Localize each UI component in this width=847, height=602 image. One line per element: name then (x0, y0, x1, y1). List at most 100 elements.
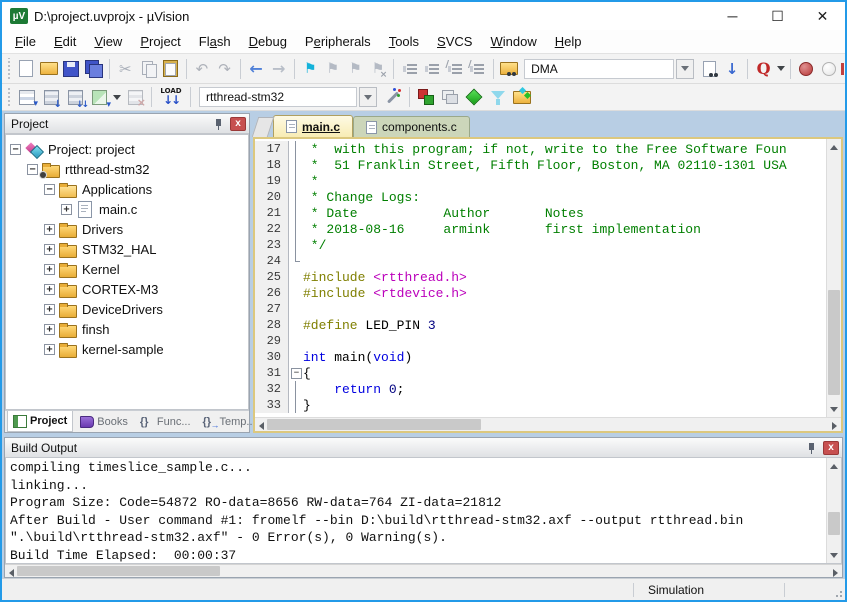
combobox-dropdown-icon[interactable] (359, 87, 377, 107)
tree-item-group-kernel-sample[interactable]: +kernel-sample (6, 339, 248, 359)
menu-help[interactable]: Help (546, 31, 591, 52)
redo-icon[interactable] (213, 57, 236, 81)
select-packs-icon[interactable] (486, 85, 510, 109)
menu-window[interactable]: Window (481, 31, 545, 52)
navigate-back-icon[interactable] (245, 57, 268, 81)
expand-icon[interactable]: + (44, 284, 55, 295)
incremental-find-icon[interactable] (721, 57, 744, 81)
tree-item-group-kernel[interactable]: +Kernel (6, 259, 248, 279)
batch-build-icon[interactable] (87, 85, 111, 109)
expand-icon[interactable]: + (44, 224, 55, 235)
build-scroll-down-icon[interactable] (827, 548, 841, 563)
pack-installer-icon[interactable] (510, 85, 534, 109)
expand-icon[interactable]: + (44, 264, 55, 275)
target-options-icon[interactable] (381, 85, 405, 109)
search-combobox[interactable]: DMA (524, 59, 694, 79)
partial-edge-icon[interactable] (840, 57, 845, 81)
scroll-right-icon[interactable] (829, 418, 841, 433)
toolbar-grip[interactable] (6, 88, 12, 106)
insert-bookmark-icon[interactable] (299, 57, 322, 81)
outdent-icon[interactable] (421, 57, 444, 81)
manage-components-icon[interactable] (414, 85, 438, 109)
build-output-text[interactable]: compiling timeslice_sample.c...linking..… (6, 458, 826, 563)
batch-build-caret-icon[interactable] (111, 85, 123, 109)
undo-icon[interactable] (191, 57, 214, 81)
menu-debug[interactable]: Debug (240, 31, 296, 52)
expand-icon[interactable]: + (44, 344, 55, 355)
resize-grip[interactable] (785, 579, 845, 600)
download-icon[interactable]: LOAD (156, 85, 186, 109)
pin-icon[interactable] (212, 117, 226, 131)
project-panel-close-button[interactable]: x (230, 117, 246, 131)
tree-item-target-rtthread-stm32[interactable]: −rtthread-stm32 (6, 159, 248, 179)
disable-all-breakpoints-icon[interactable] (818, 57, 841, 81)
menu-edit[interactable]: Edit (45, 31, 85, 52)
build-icon[interactable] (39, 85, 63, 109)
copy-icon[interactable] (137, 57, 160, 81)
build-vscroll-thumb[interactable] (828, 512, 840, 535)
collapse-icon[interactable]: − (44, 184, 55, 195)
find-in-files-icon[interactable] (698, 57, 721, 81)
editor-horizontal-scrollbar[interactable] (255, 417, 841, 431)
build-hscroll-thumb[interactable] (17, 566, 220, 576)
expand-icon[interactable]: + (61, 204, 72, 215)
panel-tab-project[interactable]: Project (7, 411, 73, 432)
editor-vscroll-thumb[interactable] (828, 290, 840, 394)
navigate-forward-icon[interactable] (267, 57, 290, 81)
build-pin-icon[interactable] (805, 441, 819, 455)
tree-item-group-drivers[interactable]: +Drivers (6, 219, 248, 239)
target-select-combobox[interactable]: rtthread-stm32 (199, 87, 377, 107)
scroll-left-icon[interactable] (255, 418, 267, 433)
menu-project[interactable]: Project (131, 31, 189, 52)
build-output-close-button[interactable]: x (823, 441, 839, 455)
build-vertical-scrollbar[interactable] (826, 458, 841, 563)
editor-vertical-scrollbar[interactable] (826, 139, 841, 417)
menu-tools[interactable]: Tools (380, 31, 428, 52)
manage-rte-icon[interactable] (462, 85, 486, 109)
fold-margin[interactable] (289, 365, 303, 381)
menu-peripherals[interactable]: Peripherals (296, 31, 380, 52)
open-folder-icon[interactable] (37, 57, 60, 81)
expand-icon[interactable]: + (44, 244, 55, 255)
new-file-icon[interactable] (15, 57, 38, 81)
target-select-value[interactable]: rtthread-stm32 (199, 87, 357, 107)
save-all-icon[interactable] (82, 57, 105, 81)
menu-flash[interactable]: Flash (190, 31, 240, 52)
combobox-dropdown-icon[interactable] (676, 59, 694, 79)
rebuild-icon[interactable] (63, 85, 87, 109)
toggle-breakpoint-icon[interactable] (795, 57, 818, 81)
tree-item-file-main-c[interactable]: +main.c (6, 199, 248, 219)
translate-icon[interactable] (15, 85, 39, 109)
quick-find-icon[interactable] (752, 57, 775, 81)
tree-item-group-finsh[interactable]: +finsh (6, 319, 248, 339)
menu-view[interactable]: View (85, 31, 131, 52)
paste-icon[interactable] (159, 57, 182, 81)
menu-svcs[interactable]: SVCS (428, 31, 481, 52)
find-in-files-folder-icon[interactable] (498, 57, 521, 81)
next-bookmark-icon[interactable] (344, 57, 367, 81)
editor-tab-components-c[interactable]: components.c (353, 116, 470, 137)
comment-selection-icon[interactable] (443, 57, 466, 81)
file-extensions-icon[interactable] (438, 85, 462, 109)
scroll-up-icon[interactable] (827, 139, 841, 154)
uncomment-selection-icon[interactable] (466, 57, 489, 81)
toolbar-grip[interactable] (6, 58, 12, 78)
minimize-button[interactable]: ─ (710, 2, 755, 30)
tree-item-group-stm32-hal[interactable]: +STM32_HAL (6, 239, 248, 259)
panel-tab-temp[interactable]: Temp... (198, 411, 261, 432)
editor-hscroll-thumb[interactable] (267, 419, 481, 430)
collapse-icon[interactable]: − (10, 144, 21, 155)
search-input[interactable]: DMA (524, 59, 674, 79)
close-button[interactable]: ✕ (800, 2, 845, 30)
build-scroll-up-icon[interactable] (827, 458, 841, 473)
build-horizontal-scrollbar[interactable] (5, 564, 842, 577)
maximize-button[interactable]: ☐ (755, 2, 800, 30)
expand-icon[interactable]: + (44, 324, 55, 335)
save-icon[interactable] (60, 57, 83, 81)
clear-bookmarks-icon[interactable] (367, 57, 390, 81)
tree-item-group-devicedrivers[interactable]: +DeviceDrivers (6, 299, 248, 319)
expand-icon[interactable]: + (44, 304, 55, 315)
tree-item-group-applications[interactable]: −Applications (6, 179, 248, 199)
menu-file[interactable]: File (6, 31, 45, 52)
quick-find-caret-icon[interactable] (775, 57, 786, 81)
